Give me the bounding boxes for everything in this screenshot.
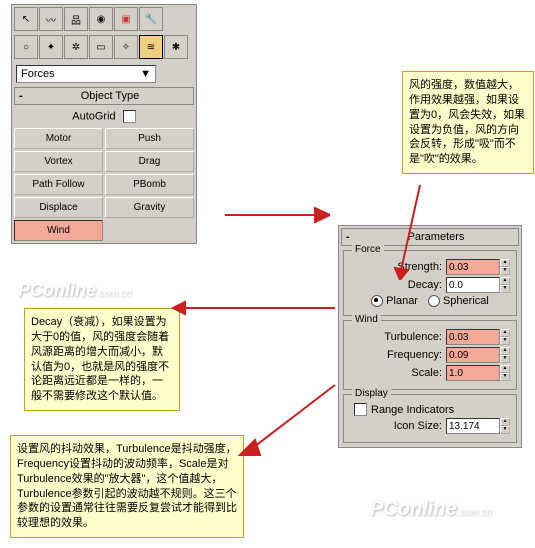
iconsize-spinner[interactable]: ▲▼ <box>446 418 510 434</box>
watermark: PConline.com.cn <box>18 280 131 301</box>
lights-icon[interactable]: ✲ <box>64 35 88 59</box>
displace-button[interactable]: Displace <box>14 197 103 218</box>
utilities-icon[interactable]: 🔧 <box>139 7 163 31</box>
cameras-icon[interactable]: ▭ <box>89 35 113 59</box>
pbomb-button[interactable]: PBomb <box>105 174 194 195</box>
note-strength: 风的强度，数值越大，作用效果越强，如果设置为0，风会失效，如果设置为负值，风的方… <box>402 71 534 174</box>
up-icon[interactable]: ▲ <box>500 329 510 337</box>
dropdown-label: Forces <box>21 68 55 80</box>
frequency-spinner[interactable]: ▲▼ <box>446 347 510 363</box>
autogrid-label: AutoGrid <box>72 110 115 122</box>
wind-group: Wind Turbulence: ▲▼ Frequency: ▲▼ Scale:… <box>343 320 517 390</box>
down-icon[interactable]: ▼ <box>500 285 510 293</box>
iconsize-input[interactable] <box>446 418 500 434</box>
autogrid-row: AutoGrid <box>12 107 196 126</box>
systems-icon[interactable]: ✱ <box>164 35 188 59</box>
frequency-input[interactable] <box>446 347 500 363</box>
turbulence-spinner[interactable]: ▲▼ <box>446 329 510 345</box>
display-group: Display Range Indicators Icon Size: ▲▼ <box>343 394 517 443</box>
up-icon[interactable]: ▲ <box>500 277 510 285</box>
toolbar-top: ↖ 〰 品 ◉ ▣ 🔧 <box>12 5 196 33</box>
object-type-header[interactable]: - Object Type <box>14 87 194 105</box>
rollout-title: Object Type <box>81 90 140 102</box>
note-decay: Decay（衰减），如果设置为大于0的值，风的强度会随着风源距离的增大而减小，默… <box>24 308 180 411</box>
up-icon[interactable]: ▲ <box>500 418 510 426</box>
shapes-icon[interactable]: ✦ <box>39 35 63 59</box>
down-icon[interactable]: ▼ <box>500 426 510 434</box>
down-icon[interactable]: ▼ <box>500 355 510 363</box>
autogrid-checkbox[interactable] <box>123 110 136 123</box>
strength-spinner[interactable]: ▲▼ <box>446 259 510 275</box>
decay-label: Decay: <box>408 279 442 291</box>
arrow-decay <box>170 298 340 318</box>
range-checkbox[interactable] <box>354 403 367 416</box>
left-panel: ↖ 〰 品 ◉ ▣ 🔧 ○ ✦ ✲ ▭ ✧ ≋ ✱ Forces ▼ - Obj… <box>11 4 197 244</box>
note-wind: 设置风的抖动效果，Turbulence是抖动强度，Frequency设置抖动的波… <box>10 435 244 538</box>
toolbar-sub: ○ ✦ ✲ ▭ ✧ ≋ ✱ <box>12 33 196 61</box>
wind-legend: Wind <box>352 314 381 325</box>
decay-spinner[interactable]: ▲▼ <box>446 277 510 293</box>
collapse-icon: - <box>19 90 23 102</box>
turbulence-label: Turbulence: <box>384 331 442 343</box>
category-dropdown[interactable]: Forces ▼ <box>16 65 156 83</box>
planar-radio[interactable]: Planar <box>371 295 418 307</box>
spherical-radio[interactable]: Spherical <box>428 295 489 307</box>
down-icon[interactable]: ▼ <box>500 267 510 275</box>
down-icon[interactable]: ▼ <box>500 337 510 345</box>
push-button[interactable]: Push <box>105 128 194 149</box>
chevron-down-icon: ▼ <box>140 68 151 80</box>
arrow-strength <box>340 180 440 280</box>
drag-button[interactable]: Drag <box>105 151 194 172</box>
pointer-icon[interactable]: ↖ <box>14 7 38 31</box>
decay-input[interactable] <box>446 277 500 293</box>
arrow-wind <box>235 380 340 460</box>
geometry-icon[interactable]: ○ <box>14 35 38 59</box>
object-buttons: Motor Push Vortex Drag Path Follow PBomb… <box>12 126 196 243</box>
gravity-button[interactable]: Gravity <box>105 197 194 218</box>
scale-input[interactable] <box>446 365 500 381</box>
scale-spinner[interactable]: ▲▼ <box>446 365 510 381</box>
vortex-button[interactable]: Vortex <box>14 151 103 172</box>
display-icon[interactable]: ▣ <box>114 7 138 31</box>
wind-button[interactable]: Wind <box>14 220 103 241</box>
pathfollow-button[interactable]: Path Follow <box>14 174 103 195</box>
scale-label: Scale: <box>411 367 442 379</box>
up-icon[interactable]: ▲ <box>500 259 510 267</box>
hierarchy-icon[interactable]: 品 <box>64 7 88 31</box>
strength-input[interactable] <box>446 259 500 275</box>
iconsize-label: Icon Size: <box>394 420 442 432</box>
curve-icon[interactable]: 〰 <box>39 7 63 31</box>
spacewarps-icon[interactable]: ≋ <box>139 35 163 59</box>
up-icon[interactable]: ▲ <box>500 365 510 373</box>
arrow-main <box>220 200 330 230</box>
up-icon[interactable]: ▲ <box>500 347 510 355</box>
helpers-icon[interactable]: ✧ <box>114 35 138 59</box>
motion-icon[interactable]: ◉ <box>89 7 113 31</box>
frequency-label: Frequency: <box>387 349 442 361</box>
down-icon[interactable]: ▼ <box>500 373 510 381</box>
watermark: PConline.com.cn <box>370 498 492 521</box>
range-label: Range Indicators <box>371 404 454 416</box>
motor-button[interactable]: Motor <box>14 128 103 149</box>
display-legend: Display <box>352 388 391 399</box>
turbulence-input[interactable] <box>446 329 500 345</box>
